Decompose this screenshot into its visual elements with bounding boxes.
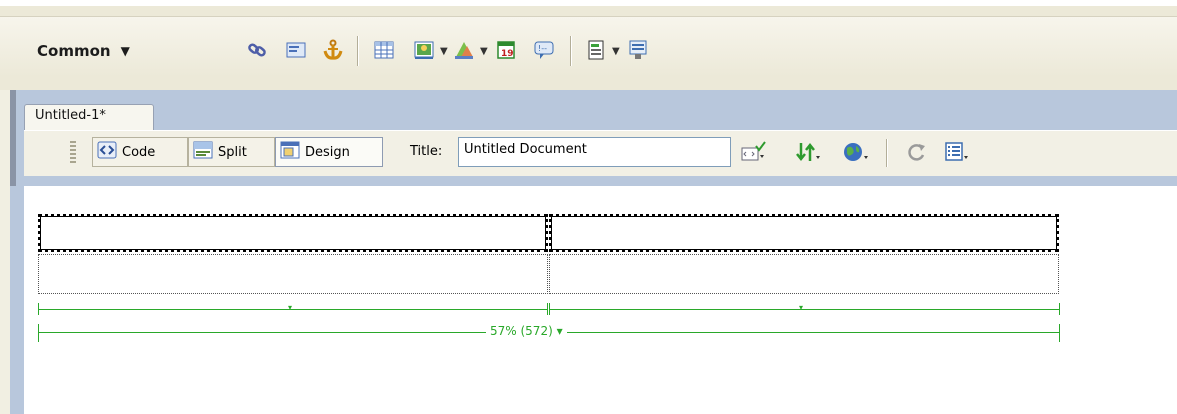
file-management-icon[interactable]	[794, 141, 822, 163]
date-icon[interactable]: 19	[495, 39, 517, 61]
chevron-down-icon: ▼	[120, 44, 130, 58]
templates-icon[interactable]	[585, 39, 607, 61]
guide-tick	[1059, 303, 1060, 315]
toolbar-separator	[886, 139, 888, 167]
refresh-icon[interactable]	[904, 141, 932, 163]
insert-category-label: Common	[37, 42, 111, 60]
code-view-icon	[97, 140, 117, 164]
document-tab-label: Untitled-1*	[35, 108, 106, 123]
split-view-icon	[193, 140, 213, 164]
document-toolbar: Code Split Design Title: Untitled Docume…	[24, 130, 1177, 176]
document-title-input[interactable]: Untitled Document	[458, 137, 731, 167]
table-cell[interactable]	[38, 254, 548, 294]
code-view-label: Code	[122, 144, 156, 160]
insert-bar: Common ▼ ▼ ▼ 19 !-- ▼	[0, 0, 1177, 90]
templates-dropdown-caret[interactable]: ▼	[612, 46, 620, 57]
preview-browser-icon[interactable]	[842, 141, 870, 163]
hyperlink-icon[interactable]	[246, 39, 268, 61]
comment-icon[interactable]: !--	[533, 39, 555, 61]
browser-check-icon[interactable]	[740, 141, 768, 163]
named-anchor-icon[interactable]	[322, 39, 344, 61]
media-dropdown-caret[interactable]: ▼	[480, 46, 488, 57]
design-view-label: Design	[305, 144, 350, 160]
table-icon[interactable]	[373, 39, 395, 61]
toolbar-separator	[357, 36, 359, 66]
email-link-icon[interactable]	[285, 39, 307, 61]
guide-tick	[38, 324, 39, 342]
table-cell[interactable]	[38, 214, 548, 252]
code-view-button[interactable]: Code	[92, 137, 188, 167]
guide-tick	[547, 303, 548, 315]
design-canvas[interactable]: ▾ ▾ 57% (572) ▾	[10, 186, 1177, 414]
table-cell[interactable]	[549, 254, 1059, 294]
guide-tick	[1059, 324, 1060, 342]
image-dropdown-caret[interactable]: ▼	[440, 46, 448, 57]
table-cell[interactable]	[549, 214, 1059, 252]
tab-untitled-1[interactable]: Untitled-1*	[24, 104, 154, 130]
table-width-label[interactable]: 57% (572) ▾	[486, 324, 567, 338]
column-width-guide	[38, 309, 547, 310]
column-width-guide	[549, 309, 1059, 310]
media-icon[interactable]	[453, 39, 475, 61]
column-width-menu-caret[interactable]: ▾	[799, 303, 803, 312]
toolbar-grip[interactable]	[70, 141, 76, 165]
guide-tick	[549, 303, 550, 315]
column-width-menu-caret[interactable]: ▾	[288, 303, 292, 312]
document-window-edge	[10, 186, 24, 414]
tag-chooser-icon[interactable]	[627, 39, 649, 61]
split-view-button[interactable]: Split	[188, 137, 275, 167]
toolbar-separator	[570, 36, 572, 66]
svg-text:!--: !--	[538, 44, 547, 53]
split-view-label: Split	[218, 144, 247, 160]
svg-text:19: 19	[501, 49, 514, 59]
design-view-icon	[280, 140, 300, 164]
insert-category-menu[interactable]: Common ▼	[37, 42, 130, 60]
image-icon[interactable]	[413, 39, 435, 61]
design-view-button[interactable]: Design	[275, 137, 383, 167]
guide-tick	[38, 303, 39, 315]
title-label: Title:	[410, 144, 443, 159]
view-options-icon[interactable]	[944, 141, 972, 163]
